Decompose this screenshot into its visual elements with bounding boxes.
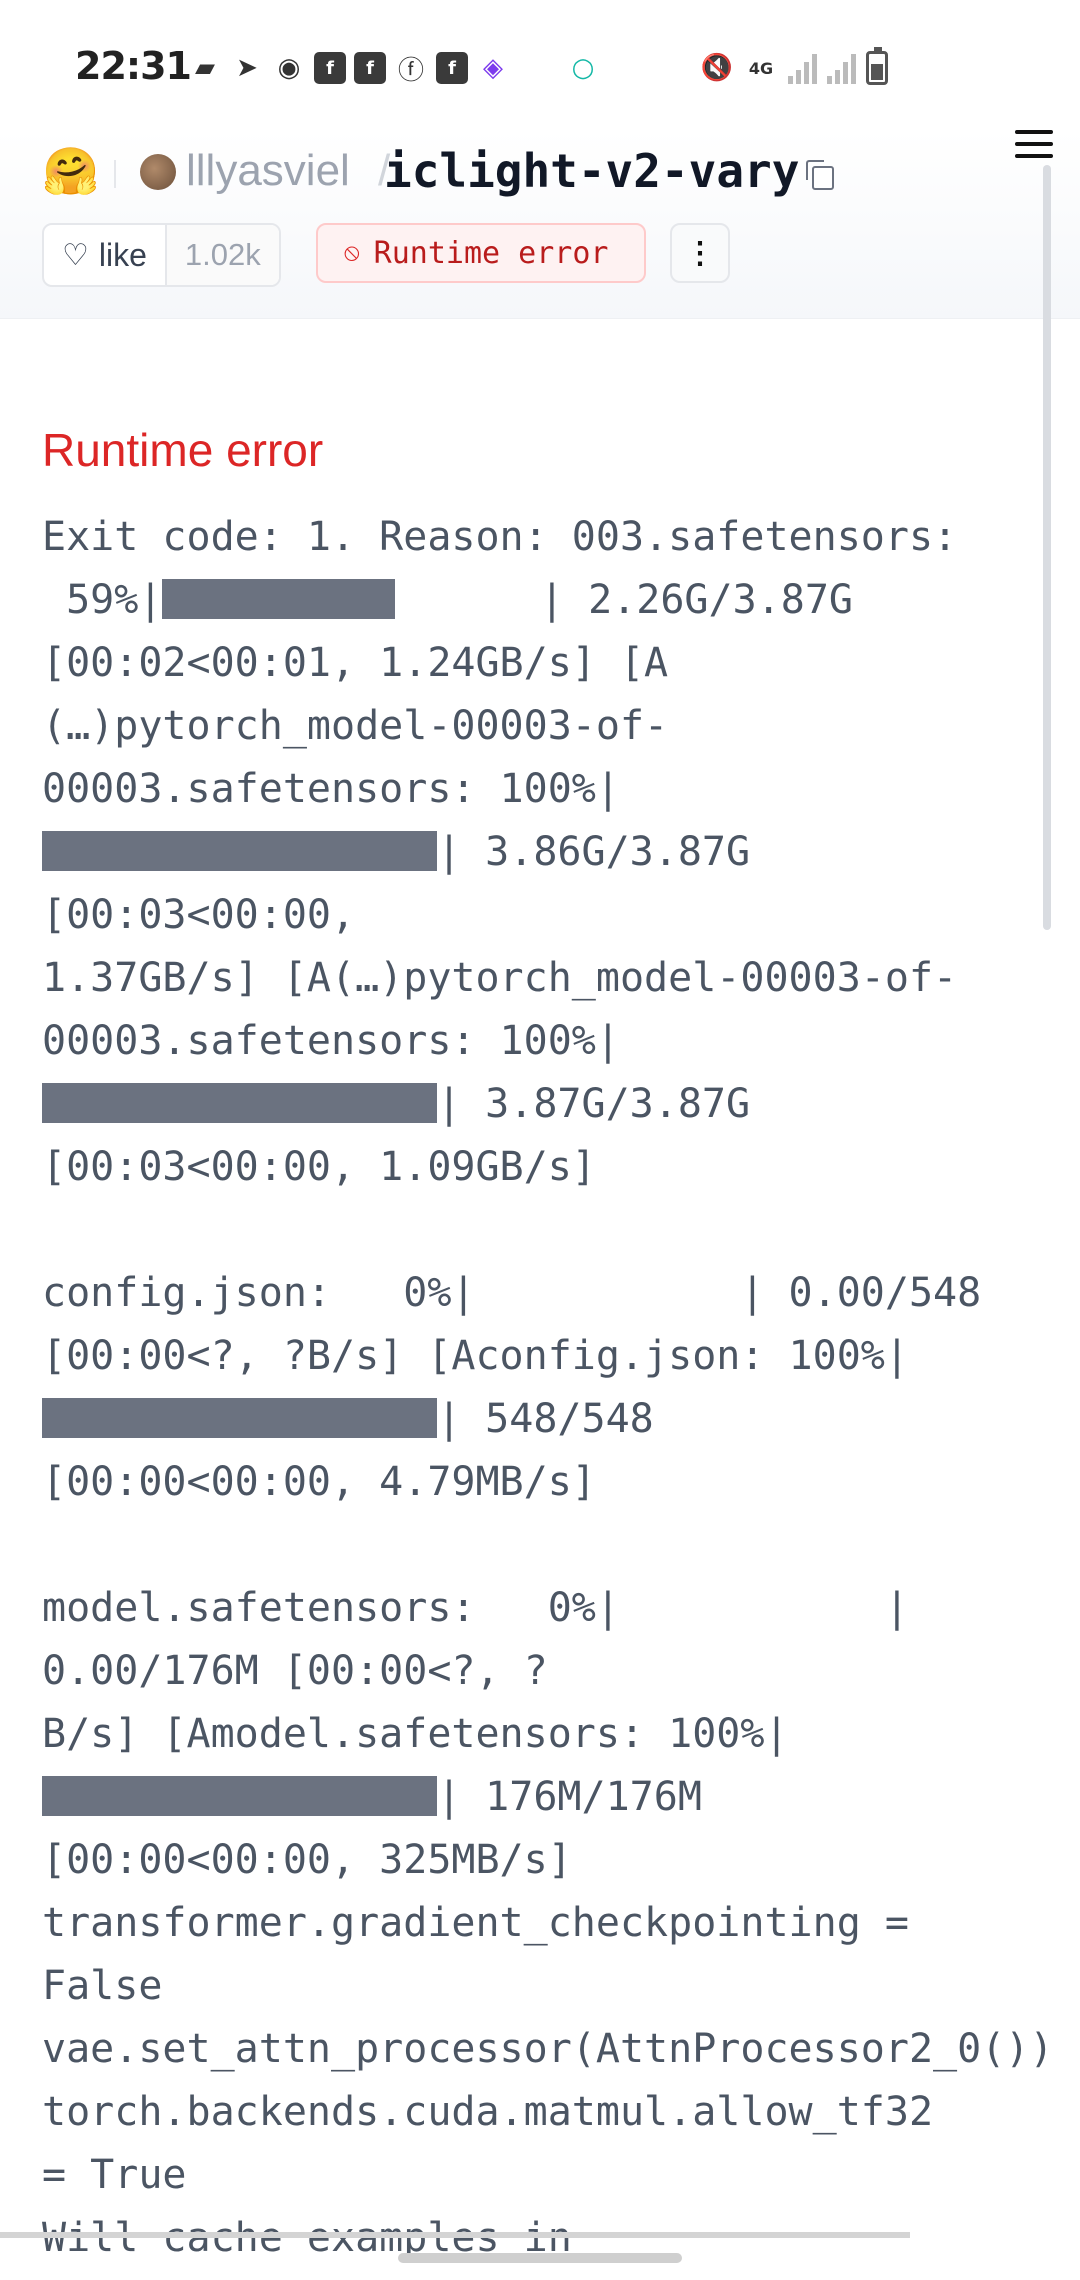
like-button[interactable]: ♡ like [44,225,167,285]
log-line: False [42,1963,163,2009]
prohibited-icon: ⦸ [344,239,360,266]
log-line: 0.00/176M [00:00<?, ? [42,1648,548,1694]
teal-ring-icon: ○ [571,53,595,83]
battery-icon [866,47,888,85]
log-line: [00:03<00:00, [42,892,356,938]
log-line: 1.37GB/s] [A(…)pytorch_model-00003-of- [42,955,958,1001]
network-type: 4G [748,58,774,78]
notification-icons: ▰ ➤ ◉ f f ⓕ f ◈ ○ [188,48,600,88]
progress-bar-fill [42,1776,437,1816]
vertical-scrollbar[interactable] [1043,165,1051,930]
status-label: Runtime error [373,235,609,271]
copy-icon[interactable] [804,158,834,190]
log-line: = True [42,2152,187,2198]
owner-avatar[interactable] [140,154,176,190]
more-options-button[interactable]: ⋮ [670,223,730,283]
log-line: 00003.safetensors: 100%| [42,766,620,812]
log-line: 00003.safetensors: 100%| [42,1018,620,1064]
purple-app-icon: ◈ [483,53,503,83]
like-label: like [98,236,147,273]
facebook-icon: ⓕ [397,55,424,86]
error-title: Runtime error [42,424,324,476]
facebook-group-icon: f [314,52,346,84]
log-line: | 548/548 [437,1396,654,1442]
log-line: Exit code: 1. Reason: 003.safetensors: [42,514,958,560]
log-line: [00:03<00:00, 1.09GB/s] [42,1144,596,1190]
mute-icon: 🔇 [700,53,734,83]
log-line: model.safetensors: 0%| | [42,1585,909,1631]
log-line: [00:00<00:00, 4.79MB/s] [42,1459,596,1505]
log-line: | 3.87G/3.87G [437,1081,751,1127]
repo-name-link[interactable]: iclight-v2-vary [384,144,799,198]
facebook-group-icon: f [354,52,386,84]
facebook-group-icon: f [436,52,468,84]
discord-icon: ◉ [277,53,301,83]
status-time: 22:31 [75,44,192,88]
log-line: config.json: 0%| | 0.00/548 [42,1270,982,1316]
log-line: [00:00<00:00, 325MB/s] [42,1837,572,1883]
runtime-status-badge[interactable]: ⦸ Runtime error [316,223,646,283]
error-content: Runtime error Exit code: 1. Reason: 003.… [42,420,1072,2270]
huggingface-logo-icon[interactable]: 🤗 [42,144,99,199]
home-indicator[interactable] [398,2253,682,2263]
log-line: 59%| [42,577,163,623]
progress-bar-fill [42,831,437,871]
system-icons: 🔇 4G [700,47,888,88]
error-log: Exit code: 1. Reason: 003.safetensors: 5… [42,506,1072,2270]
log-line: torch.backends.cuda.matmul.allow_tf32 [42,2089,934,2135]
space-header: 🤗 lllyasviel / iclight-v2-vary ♡ like 1.… [0,130,1080,319]
like-count[interactable]: 1.02k [166,225,279,285]
status-bar: 22:31 ▰ ➤ ◉ f f ⓕ f ◈ ○ 🔇 4G [0,0,1080,130]
signal-icon [827,52,856,84]
log-line: B/s] [Amodel.safetensors: 100%| [42,1711,789,1757]
divider [114,160,116,188]
send-icon: ➤ [236,53,258,83]
hamburger-menu-icon[interactable] [1015,130,1053,158]
horizontal-scrollbar[interactable] [0,2232,910,2238]
log-line: transformer.gradient_checkpointing = [42,1900,909,1946]
log-line: | 3.86G/3.87G [437,829,751,875]
heart-icon: ♡ [62,238,89,272]
log-line: | 2.26G/3.87G [395,577,853,623]
message-icon: ▰ [195,53,215,83]
signal-icon [788,52,817,84]
log-line: [00:00<?, ?B/s] [Aconfig.json: 100%| [42,1333,909,1379]
log-line: [00:02<00:01, 1.24GB/s] [A [42,640,669,686]
like-group: ♡ like 1.02k [42,223,281,287]
progress-bar-fill [42,1083,437,1123]
log-line: (…)pytorch_model-00003-of- [42,703,669,749]
log-line: | 176M/176M [437,1774,702,1820]
progress-bar-fill [42,1398,437,1438]
progress-bar-fill [162,579,396,619]
vertical-dots-icon: ⋮ [685,236,715,270]
log-line: vae.set_attn_processor(AttnProcessor2_0(… [42,2026,1054,2072]
owner-name-link[interactable]: lllyasviel [186,146,350,196]
